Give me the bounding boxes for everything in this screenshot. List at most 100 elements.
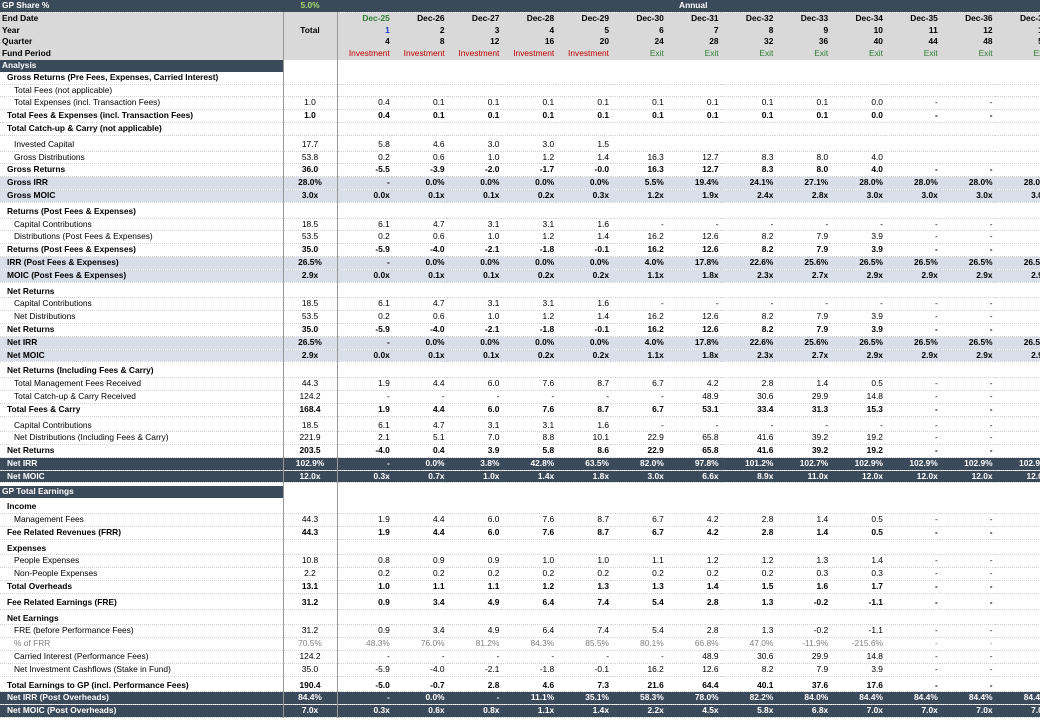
value-cell[interactable]: 6.4 (501, 596, 557, 610)
value-cell[interactable] (939, 71, 995, 85)
value-cell[interactable] (720, 612, 776, 626)
value-cell[interactable]: 0.0% (556, 336, 611, 350)
total-cell[interactable]: 35.0 (282, 663, 338, 677)
value-cell[interactable]: 3.1 (501, 218, 557, 232)
value-cell[interactable]: 0.1x (446, 189, 502, 203)
value-cell[interactable] (610, 71, 666, 85)
value-cell[interactable] (665, 542, 721, 556)
value-cell[interactable] (610, 122, 666, 136)
value-cell[interactable] (501, 542, 557, 556)
value-cell[interactable]: 7.4 (556, 596, 611, 610)
total-cell[interactable]: 3.0x (282, 189, 338, 203)
value-cell[interactable] (665, 501, 721, 515)
value-cell[interactable]: 3.1 (446, 419, 502, 433)
value-cell[interactable] (939, 151, 995, 165)
value-cell[interactable]: - (884, 580, 940, 594)
value-cell[interactable]: 0.1 (610, 96, 666, 111)
value-cell[interactable]: 84.4% (939, 691, 995, 706)
value-cell[interactable]: 28.0% (830, 176, 885, 190)
value-cell[interactable]: 4.0% (610, 336, 666, 350)
value-cell[interactable] (446, 365, 502, 379)
value-cell[interactable]: - (939, 624, 995, 639)
value-cell[interactable]: 1.1 (446, 580, 502, 594)
value-cell[interactable]: - (884, 513, 940, 527)
value-cell[interactable]: 16.2 (610, 663, 666, 677)
value-cell[interactable]: 12.6 (665, 663, 721, 677)
value-cell[interactable]: 28.0% (939, 176, 995, 190)
value-cell[interactable]: 0.2 (337, 310, 392, 324)
value-cell[interactable]: 2.8 (720, 513, 776, 527)
value-cell[interactable]: 1.2 (501, 580, 557, 594)
value-cell[interactable]: 1.2x (610, 189, 666, 203)
value-cell[interactable] (775, 84, 831, 98)
value-cell[interactable]: 41.6 (720, 431, 776, 446)
value-cell[interactable]: 15.3 (830, 403, 885, 417)
value-cell[interactable]: - (337, 256, 392, 270)
value-cell[interactable]: 0.1x (446, 269, 502, 283)
value-cell[interactable]: 2.9x (994, 269, 1040, 283)
value-cell[interactable]: 1.5 (720, 580, 776, 594)
value-cell[interactable]: - (994, 243, 1040, 257)
value-cell[interactable]: 6.7 (610, 526, 666, 540)
value-cell[interactable]: -5.9 (337, 663, 392, 677)
total-cell[interactable]: 44.3 (282, 377, 338, 391)
value-cell[interactable]: 8.0 (775, 163, 831, 178)
value-cell[interactable]: 7.6 (501, 403, 557, 417)
value-cell[interactable] (720, 138, 776, 152)
value-cell[interactable]: 0.3x (556, 189, 611, 203)
value-cell[interactable] (994, 122, 1040, 136)
value-cell[interactable]: 0.4 (391, 444, 447, 458)
value-cell[interactable]: - (939, 323, 995, 337)
value-cell[interactable]: 1.4 (556, 230, 611, 245)
value-cell[interactable]: 2.7x (775, 349, 831, 363)
value-cell[interactable]: 2.8 (665, 596, 721, 610)
value-cell[interactable]: 6.7 (610, 513, 666, 527)
value-cell[interactable]: 0.1 (556, 109, 611, 123)
value-cell[interactable]: 0.1 (775, 109, 831, 123)
value-cell[interactable] (830, 138, 885, 152)
value-cell[interactable]: - (994, 297, 1040, 312)
value-cell[interactable]: 1.1x (610, 269, 666, 283)
value-cell[interactable] (610, 138, 666, 152)
value-cell[interactable] (665, 205, 721, 219)
value-cell[interactable]: 2.9x (884, 269, 940, 283)
value-cell[interactable]: 0.0% (501, 176, 557, 190)
value-cell[interactable]: 0.1x (391, 269, 447, 283)
value-cell[interactable] (391, 365, 447, 379)
value-cell[interactable]: 7.6 (501, 377, 557, 391)
value-cell[interactable]: 4.6 (391, 138, 447, 152)
value-cell[interactable]: 1.8x (556, 470, 611, 484)
value-cell[interactable] (884, 84, 940, 98)
value-cell[interactable]: 28.0% (884, 176, 940, 190)
value-cell[interactable]: 3.1 (501, 419, 557, 433)
value-cell[interactable]: 16.2 (610, 323, 666, 337)
value-cell[interactable]: 40.1 (720, 679, 776, 693)
value-cell[interactable]: 0.5 (830, 377, 885, 391)
value-cell[interactable]: 31.3 (775, 403, 831, 417)
value-cell[interactable]: 8.9x (720, 470, 776, 484)
value-cell[interactable]: 84.4% (830, 691, 885, 706)
total-cell[interactable]: 168.4 (282, 403, 338, 417)
value-cell[interactable]: - (884, 431, 940, 446)
value-cell[interactable] (939, 84, 995, 98)
value-cell[interactable]: - (939, 230, 995, 245)
value-cell[interactable]: 26.5% (939, 256, 995, 270)
value-cell[interactable]: - (939, 243, 995, 257)
value-cell[interactable]: 48.3% (337, 637, 392, 652)
value-cell[interactable] (884, 151, 940, 165)
value-cell[interactable]: 0.3x (337, 704, 392, 719)
value-cell[interactable]: 0.2 (720, 567, 776, 582)
value-cell[interactable] (884, 501, 940, 515)
value-cell[interactable]: - (884, 403, 940, 417)
value-cell[interactable]: 4.4 (391, 526, 447, 540)
value-cell[interactable]: 2.9x (830, 349, 885, 363)
value-cell[interactable]: - (939, 580, 995, 594)
value-cell[interactable] (337, 71, 392, 85)
value-cell[interactable]: - (775, 218, 831, 232)
value-cell[interactable]: -1.1 (830, 624, 885, 639)
total-cell[interactable]: 53.5 (282, 310, 338, 324)
value-cell[interactable]: 1.0x (446, 470, 502, 484)
value-cell[interactable]: 1.8x (665, 349, 721, 363)
value-cell[interactable]: 0.2 (610, 567, 666, 582)
total-cell[interactable]: 102.9% (282, 457, 338, 471)
